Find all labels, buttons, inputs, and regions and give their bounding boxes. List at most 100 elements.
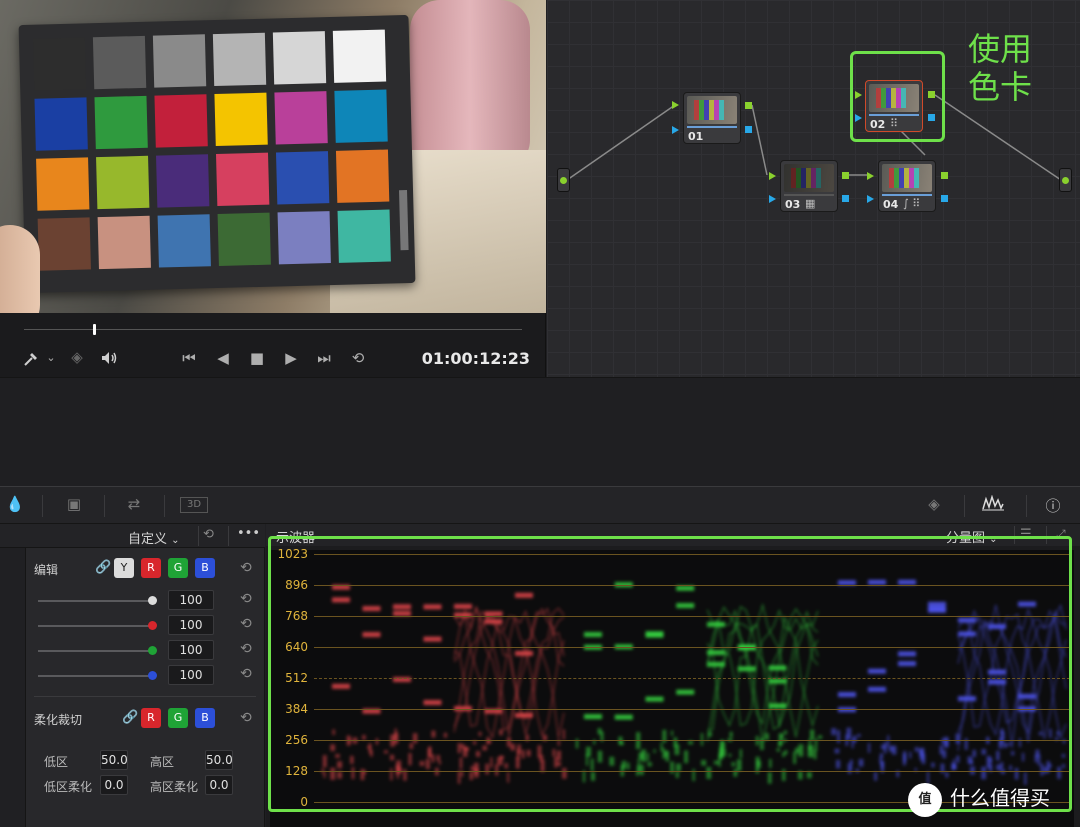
eyedropper-icon[interactable]: [22, 349, 42, 371]
reset-icon[interactable]: ⟲: [203, 527, 214, 542]
link-icon[interactable]: 🔗: [122, 710, 138, 725]
checker-patch: [154, 94, 208, 148]
empty-panel-area: [0, 377, 1080, 486]
checker-patch: [92, 35, 147, 90]
curves-header: 自定义 ⌄ ⟲ •••: [0, 524, 265, 548]
b-slider[interactable]: [38, 675, 152, 677]
node-01[interactable]: 01: [683, 92, 741, 144]
low-soft-value-field[interactable]: 0.0: [100, 775, 128, 795]
channel-y-button[interactable]: Y: [114, 558, 134, 578]
b-value-field[interactable]: 100: [168, 665, 214, 685]
node-04[interactable]: 04 ∫ ⠿: [878, 160, 936, 212]
layers-icon[interactable]: ◈: [66, 348, 88, 366]
soft-g-button[interactable]: G: [168, 708, 188, 728]
qualifier-icon[interactable]: 💧: [4, 495, 26, 515]
checker-patch: [217, 212, 271, 266]
checker-patch: [332, 29, 387, 83]
curve-graph-edge: [0, 548, 26, 827]
g-slider[interactable]: [38, 650, 152, 652]
soft-b-button[interactable]: B: [195, 708, 215, 728]
skip-to-start-icon[interactable]: ⏮: [176, 349, 202, 367]
watermark-text: 什么值得买: [950, 786, 1050, 810]
y-slider[interactable]: [38, 600, 152, 602]
3d-icon[interactable]: 3D: [180, 497, 208, 513]
scope-icon[interactable]: [980, 494, 1006, 515]
keyframe-icon[interactable]: ◈: [920, 495, 948, 515]
checker-patch: [94, 95, 148, 150]
timecode-display: 01:00:12:23: [421, 349, 530, 368]
curves-panel: 自定义 ⌄ ⟲ ••• 编辑 🔗 Y R G B ⟲ 100 ⟲ 100 ⟲ 1…: [0, 524, 265, 827]
checker-patch: [337, 209, 391, 263]
r-slider-knob[interactable]: [148, 621, 157, 630]
checker-patch: [97, 215, 151, 270]
annotation-text: 使用 色卡: [968, 30, 1033, 106]
watermark-logo: 值: [908, 783, 942, 817]
reset-r-icon[interactable]: ⟲: [240, 616, 252, 632]
reset-g-icon[interactable]: ⟲: [240, 641, 252, 657]
high-soft-value-field[interactable]: 0.0: [205, 775, 233, 795]
viewer-image[interactable]: [0, 0, 546, 313]
playhead-handle[interactable]: [92, 324, 96, 335]
info-icon[interactable]: ⓘ: [1042, 495, 1064, 515]
checker-patch: [334, 89, 388, 143]
play-reverse-icon[interactable]: ◀: [212, 349, 234, 367]
checker-patch: [274, 91, 328, 145]
channel-b-button[interactable]: B: [195, 558, 215, 578]
transform-icon[interactable]: ⇄: [120, 495, 148, 515]
checker-patch: [36, 157, 90, 211]
checker-patch: [212, 32, 267, 87]
checker-patch: [216, 152, 270, 207]
channel-r-button[interactable]: R: [141, 558, 161, 578]
preset-dropdown[interactable]: 自定义 ⌄: [128, 528, 180, 547]
divider: [34, 696, 256, 697]
viewer-panel: ⌄ ◈ ⏮ ◀ ■ ▶ ⏭ ⟲ 01:00:12:23: [0, 0, 546, 377]
node-label: 03: [785, 198, 801, 211]
high-value-field[interactable]: 50.0: [205, 750, 233, 770]
window-icon[interactable]: ▣: [60, 495, 88, 515]
low-value-field[interactable]: 50.0: [100, 750, 128, 770]
reset-y-icon[interactable]: ⟲: [240, 591, 252, 607]
checker-patch: [272, 31, 327, 85]
g-value-field[interactable]: 100: [168, 640, 214, 660]
checker-patch: [275, 151, 330, 205]
soft-r-button[interactable]: R: [141, 708, 161, 728]
play-icon[interactable]: ▶: [280, 349, 302, 367]
loop-icon[interactable]: ⟲: [346, 349, 370, 367]
y-value-field[interactable]: 100: [168, 590, 214, 610]
node-label: 01: [688, 130, 704, 143]
node-label: 04: [883, 198, 899, 211]
checker-patch: [214, 92, 268, 147]
link-icon[interactable]: 🔗: [95, 560, 111, 575]
scope-highlight-box: [268, 536, 1072, 812]
soft-clip-label: 柔化裁切: [34, 713, 83, 727]
channel-g-button[interactable]: G: [168, 558, 188, 578]
low-soft-label: 低区柔化: [44, 780, 93, 794]
reset-b-icon[interactable]: ⟲: [240, 666, 252, 682]
edit-label: 编辑: [34, 563, 59, 577]
node-highlight-box: [850, 51, 945, 142]
checker-patch: [34, 97, 88, 151]
g-slider-knob[interactable]: [148, 646, 157, 655]
timeline-scrubber[interactable]: [24, 329, 522, 330]
high-soft-label: 高区柔化: [150, 780, 199, 794]
reset-soft-clip-icon[interactable]: ⟲: [240, 710, 252, 726]
speaker-icon[interactable]: [98, 349, 120, 371]
node-03[interactable]: 03 ▦: [780, 160, 838, 212]
input-terminal[interactable]: [557, 168, 570, 192]
stop-icon[interactable]: ■: [246, 349, 268, 367]
color-checker-chart: [18, 14, 416, 294]
reset-edit-icon[interactable]: ⟲: [240, 560, 252, 576]
checker-patch: [157, 214, 211, 268]
checker-patch: [277, 211, 331, 265]
checker-patch: [32, 37, 87, 91]
b-slider-knob[interactable]: [148, 671, 157, 680]
r-value-field[interactable]: 100: [168, 615, 214, 635]
r-slider[interactable]: [38, 625, 152, 627]
node-tool-icon: ▦: [805, 197, 816, 210]
skip-to-end-icon[interactable]: ⏭: [311, 349, 337, 367]
chevron-down-icon[interactable]: ⌄: [44, 349, 58, 367]
y-slider-knob[interactable]: [148, 596, 157, 605]
output-terminal[interactable]: [1059, 168, 1072, 192]
node-tool-icon: ∫ ⠿: [903, 197, 921, 210]
more-options-icon[interactable]: •••: [237, 526, 260, 541]
